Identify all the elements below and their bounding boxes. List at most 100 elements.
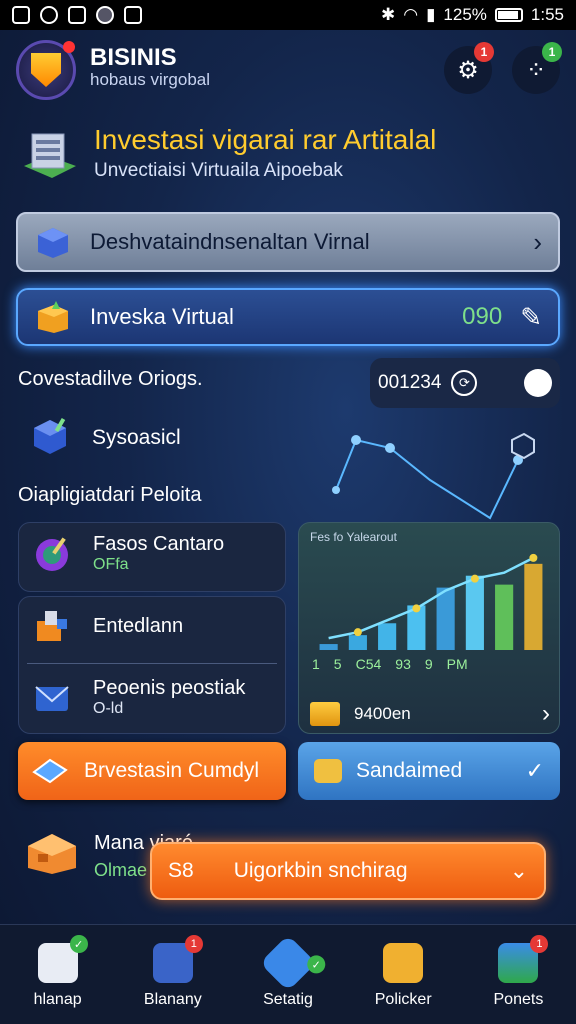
menu-button[interactable]: ⁘ 1 [512,42,562,94]
divider [27,663,277,664]
shield-icon [31,53,61,87]
envelope-icon [35,685,69,711]
bottom-nav: ✓ hlanap 1 Blanany ✓ Setatig Policker 1 … [0,924,576,1024]
save-button-label: Sandaimed [356,759,463,782]
menu-badge: 1 [542,42,562,62]
coin-icon [314,759,342,783]
nav-label: hlanap [33,991,82,1008]
nav-item-documents[interactable]: Policker [346,925,461,1024]
secondary-bar-value: 090 [462,303,503,330]
list-item[interactable]: Peoenis peostiak O-ld [19,677,285,718]
virtual-investment-bar[interactable]: Inveska Virtual 090 ✎ [16,288,560,346]
chart-x-ticks: 1 5 C54 93 9 PM [312,656,512,672]
fab-number: S8 [168,859,194,882]
x-tick-label: C54 [355,656,382,672]
mana-subtitle: Olmae [94,860,148,880]
primary-bar-label: Deshvataindnsenaltan Virnal [90,229,370,254]
x-tick-label: 5 [333,656,342,672]
nav-label: Ponets [493,991,544,1008]
list-item[interactable]: Fasos Cantaro OFfa [18,522,286,592]
card-subtitle: O-ld [93,700,124,717]
profile-toggle-icon[interactable] [524,369,552,397]
package-icon [37,611,67,641]
nav-label: Setatig [263,991,313,1008]
chevron-down-icon: ⌄ [509,858,528,883]
nav-item-home[interactable]: ✓ hlanap [0,925,115,1024]
signal-icon: ▮ [426,5,436,24]
invest-button[interactable]: Brvestasin Cumdyl [18,742,286,800]
gallery-icon [12,6,30,24]
growth-chart [319,553,543,650]
hero-subtitle: Unvectiaisi Virtuaila Aipoebak [94,160,343,181]
chat-icon [68,6,86,24]
chart-bar [524,563,543,650]
cube-icon [34,417,66,454]
building-icon [28,834,76,874]
settings-button[interactable]: ⚙ 1 [444,42,494,94]
chart-bar [319,644,338,650]
chart-bar [436,587,455,650]
nav-item-wallet[interactable]: 1 Blanany [115,925,230,1024]
action-banner-button[interactable]: S8 Uigorkbin snchirag ⌄ [150,842,546,900]
section-label-2: Oiapligiatdari Peloita [18,484,202,506]
chevron-right-icon: › [533,226,542,257]
nav-label: Blanany [143,991,202,1008]
chart-bar [348,635,367,650]
wifi-icon: ◠ [403,5,419,24]
store-icon: 1 [498,935,549,983]
card-title: Entedlann [93,614,184,637]
fab-label: Uigorkbin snchirag [233,859,408,882]
nav-badge: 1 [530,935,549,953]
dots-icon: ⁘ [525,56,547,84]
section-label: Covestadilve Oriogs. [18,368,203,390]
nav-badge: 1 [184,935,203,953]
wallet-icon: 1 [152,935,203,983]
secondary-bar-label: Inveska Virtual [90,304,234,329]
trend-point [353,628,362,637]
message-icon [124,6,142,24]
primary-menu-bar[interactable]: Deshvataindnsenaltan Virnal › [16,212,560,272]
trend-point [470,574,479,583]
notification-dot [63,41,75,53]
x-tick-label: 93 [395,656,411,672]
counter-pill[interactable]: 001234 ⟳ [370,358,560,408]
status-bar: ✱ ◠ ▮ 125% 1:55 [0,0,576,30]
nav-badge: ✓ [69,935,88,953]
ticket-icon [32,758,68,784]
nav-label: Policker [374,991,432,1008]
counter-value: 001234 [378,372,442,393]
hero-title: Investasi vigarai rar Artitalal [94,124,437,155]
trend-point [412,604,421,613]
card-title: Fasos Cantaro [93,533,225,555]
sync-icon [40,6,58,24]
battery-percent: 125% [443,5,487,24]
check-icon: ✓ [525,758,544,783]
amount-row[interactable]: 9400en › [310,700,550,728]
box-icon [38,301,68,333]
wallet-icon [310,702,340,726]
save-button[interactable]: Sandaimed ✓ [298,742,560,800]
network-graph [332,432,535,520]
card-subtitle: OFfa [93,556,129,573]
sypso-label: Sysoasicl [92,426,181,449]
list-item[interactable]: Entedlann [19,607,285,645]
palette-icon [36,536,68,571]
app-subtitle: hobaus virgobal [90,70,211,89]
trend-point [529,553,538,562]
card-title: Peoenis peostiak [93,677,246,699]
clock: 1:55 [530,5,564,24]
refresh-icon[interactable]: ⟳ [451,370,478,396]
list-card: Entedlann Peoenis peostiak O-ld [18,596,286,734]
cube-icon [38,228,68,258]
bluetooth-icon: ✱ [380,5,396,24]
server-icon [24,133,76,178]
nav-item-points[interactable]: 1 Ponets [461,925,576,1024]
settings-badge: 1 [474,42,494,62]
chart-bar [378,623,397,650]
document-icon [383,943,424,983]
tools-icon: ✓ [259,934,326,992]
x-tick-label: 9 [424,656,433,672]
nav-item-settings[interactable]: ✓ Setatig [230,925,345,1024]
app-logo[interactable] [16,40,76,100]
chart-bar [495,584,514,650]
